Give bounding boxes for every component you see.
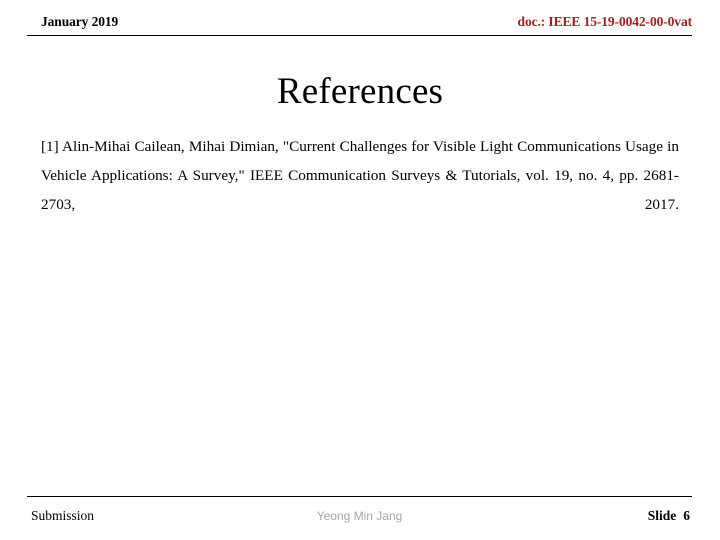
slide-canvas: January 2019 doc.: IEEE 15-19-0042-00-0v…	[0, 0, 720, 540]
slide-footer: Submission Yeong Min Jang Slide 6	[27, 506, 692, 530]
header-document-id: doc.: IEEE 15-19-0042-00-0vat	[517, 14, 693, 29]
slide-number-value: 6	[683, 508, 690, 523]
page-title: References	[276, 70, 444, 112]
reference-item: [1] Alin-Mihai Cailean, Mihai Dimian, "C…	[41, 138, 679, 213]
references-list: [1] Alin-Mihai Cailean, Mihai Dimian, "C…	[41, 133, 679, 248]
header-divider	[27, 35, 692, 36]
header-date: January 2019	[41, 14, 119, 29]
slide-number-group: Slide 6	[648, 506, 690, 526]
footer-author-name: Yeong Min Jang	[316, 509, 403, 523]
slide-number-label: Slide	[647, 508, 677, 523]
footer-divider	[27, 496, 692, 497]
slide-header: January 2019 doc.: IEEE 15-19-0042-00-0v…	[27, 13, 692, 37]
